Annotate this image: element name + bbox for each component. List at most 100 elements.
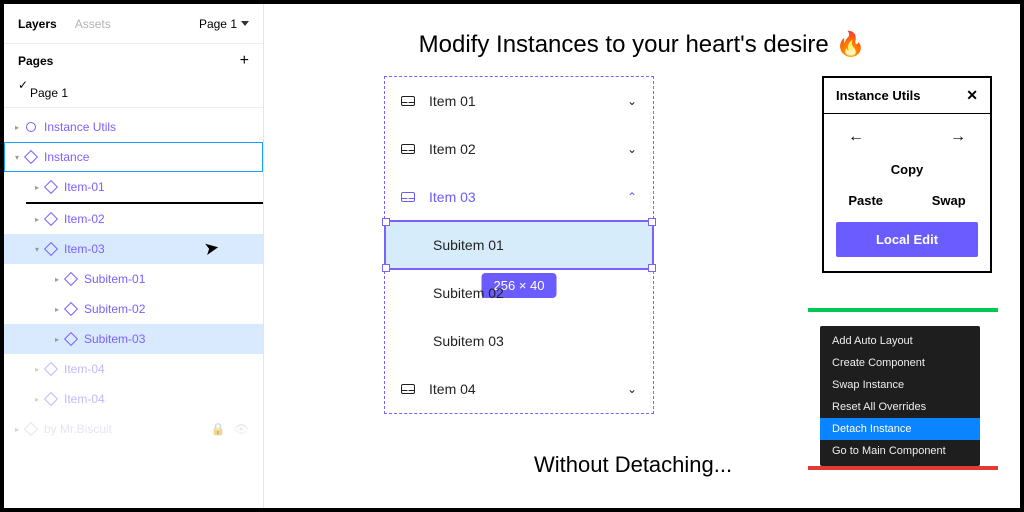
headline-text: Modify Instances to your heart's desire … [419, 30, 866, 59]
ctx-create-component[interactable]: Create Component [820, 352, 980, 374]
menu-item-label: Subitem 02 [433, 285, 504, 301]
layer-item-04b[interactable]: Item-04 [4, 384, 263, 414]
demo-menu-frame[interactable]: Item 01 ⌄ Item 02⌄ Item 03 ⌃ Subitem 01 25… [384, 76, 654, 414]
menu-item-03[interactable]: Item 03 ⌃ [385, 173, 653, 221]
canvas[interactable]: Modify Instances to your heart's desire … [264, 4, 1020, 508]
disclosure-icon[interactable] [32, 183, 42, 192]
disclosure-icon[interactable] [12, 153, 22, 162]
page-row[interactable]: Page 1 [4, 78, 263, 108]
pages-header: Pages + [4, 44, 263, 78]
disclosure-icon[interactable] [12, 123, 22, 132]
instance-icon [24, 150, 38, 164]
disclosure-icon[interactable] [52, 275, 62, 284]
layer-label: Item-03 [64, 242, 105, 256]
instance-icon [64, 332, 78, 346]
layer-credits[interactable]: by Mr.Biscuit 🔒 👁 [4, 414, 263, 444]
close-icon[interactable]: ✕ [966, 87, 978, 104]
instance-icon [44, 392, 58, 406]
visibility-icon[interactable]: 👁 [234, 422, 249, 436]
plugin-panel[interactable]: Instance Utils ✕ ← → Copy Paste Swap Loc… [822, 76, 992, 273]
disclosure-icon[interactable] [32, 395, 42, 404]
lock-icon[interactable]: 🔒 [211, 422, 226, 436]
mail-icon [401, 96, 415, 106]
context-menu[interactable]: Add Auto Layout Create Component Swap In… [820, 326, 980, 466]
ctx-swap-instance[interactable]: Swap Instance [820, 374, 980, 396]
layer-item-01[interactable]: Item-01 [4, 172, 263, 202]
menu-item-label: Item 03 [429, 189, 476, 205]
paste-button[interactable]: Paste [848, 193, 883, 208]
page-selector[interactable]: Page 1 [199, 17, 249, 31]
layer-label: Subitem-02 [84, 302, 145, 316]
panel-tabs: Layers Assets Page 1 [4, 4, 263, 44]
layer-label: Item-04 [64, 362, 105, 376]
local-edit-button[interactable]: Local Edit [836, 222, 978, 257]
copy-button[interactable]: Copy [824, 152, 990, 187]
ctx-detach-instance[interactable]: Detach Instance [820, 418, 980, 440]
mail-icon [401, 192, 415, 202]
instance-icon [44, 180, 58, 194]
layer-label: Item-01 [64, 180, 105, 194]
pages-header-label: Pages [18, 54, 53, 68]
layer-label: Item-02 [64, 212, 105, 226]
arrow-right-icon[interactable]: → [950, 128, 966, 146]
footline-text: Without Detaching... [534, 452, 732, 478]
layer-instance-utils[interactable]: Instance Utils [4, 112, 263, 142]
menu-subitem-02[interactable]: Subitem 02 [385, 269, 653, 317]
ctx-go-to-main[interactable]: Go to Main Component [820, 440, 980, 462]
menu-item-label: Subitem 03 [433, 333, 504, 349]
component-set-icon [26, 122, 36, 132]
instance-icon [24, 422, 38, 436]
disclosure-icon[interactable] [32, 245, 42, 254]
layer-item-03[interactable]: Item-03 [4, 234, 263, 264]
swap-button[interactable]: Swap [932, 193, 966, 208]
chevron-down-icon: ⌄ [627, 382, 637, 396]
chevron-down-icon [241, 21, 249, 26]
layer-label: Subitem-01 [84, 272, 145, 286]
layer-tree: Instance Utils Instance Item-01 Item-02 … [4, 108, 263, 508]
green-underline [808, 308, 998, 312]
chevron-down-icon: ⌄ [627, 94, 637, 108]
mail-icon [401, 384, 415, 394]
plugin-header[interactable]: Instance Utils ✕ [824, 78, 990, 114]
menu-item-label: Item 01 [429, 93, 476, 109]
arrow-left-icon[interactable]: ← [848, 128, 864, 146]
page-selector-label: Page 1 [199, 17, 237, 31]
instance-icon [64, 272, 78, 286]
layer-item-02[interactable]: Item-02 [4, 204, 263, 234]
disclosure-icon[interactable] [32, 215, 42, 224]
disclosure-icon[interactable] [52, 335, 62, 344]
layer-label: Instance Utils [44, 120, 116, 134]
layer-label: Subitem-03 [84, 332, 145, 346]
layer-item-04a[interactable]: Item-04 [4, 354, 263, 384]
ctx-add-auto-layout[interactable]: Add Auto Layout [820, 330, 980, 352]
check-icon: ✓ [18, 78, 28, 92]
layer-subitem-03[interactable]: Subitem-03 [4, 324, 263, 354]
layer-instance[interactable]: Instance [4, 142, 263, 172]
menu-item-01[interactable]: Item 01 ⌄ [385, 77, 653, 125]
menu-item-02[interactable]: Item 02⌄ [385, 125, 653, 173]
ctx-reset-overrides[interactable]: Reset All Overrides [820, 396, 980, 418]
plugin-title: Instance Utils [836, 88, 921, 103]
layer-subitem-02[interactable]: Subitem-02 [4, 294, 263, 324]
layer-label: by Mr.Biscuit [44, 422, 112, 436]
menu-item-label: Item 04 [429, 381, 476, 397]
disclosure-icon[interactable] [12, 425, 22, 434]
selection-outline: 256 × 40 [384, 220, 654, 270]
menu-subitem-01[interactable]: Subitem 01 256 × 40 [385, 221, 653, 269]
layers-panel: Layers Assets Page 1 Pages + ✓ Page 1 In… [4, 4, 264, 508]
menu-item-label: Subitem 01 [433, 237, 504, 253]
layer-label: Instance [44, 150, 89, 164]
disclosure-icon[interactable] [52, 305, 62, 314]
tab-layers[interactable]: Layers [18, 17, 57, 31]
instance-icon [64, 302, 78, 316]
instance-icon [44, 242, 58, 256]
layer-subitem-01[interactable]: Subitem-01 [4, 264, 263, 294]
tab-assets[interactable]: Assets [75, 17, 111, 31]
menu-item-04[interactable]: Item 04 ⌄ [385, 365, 653, 413]
add-page-button[interactable]: + [240, 52, 249, 70]
plugin-nav: ← → [824, 114, 990, 152]
disclosure-icon[interactable] [32, 365, 42, 374]
chevron-up-icon: ⌃ [627, 190, 637, 204]
menu-subitem-03[interactable]: Subitem 03 [385, 317, 653, 365]
mail-icon [401, 144, 415, 154]
